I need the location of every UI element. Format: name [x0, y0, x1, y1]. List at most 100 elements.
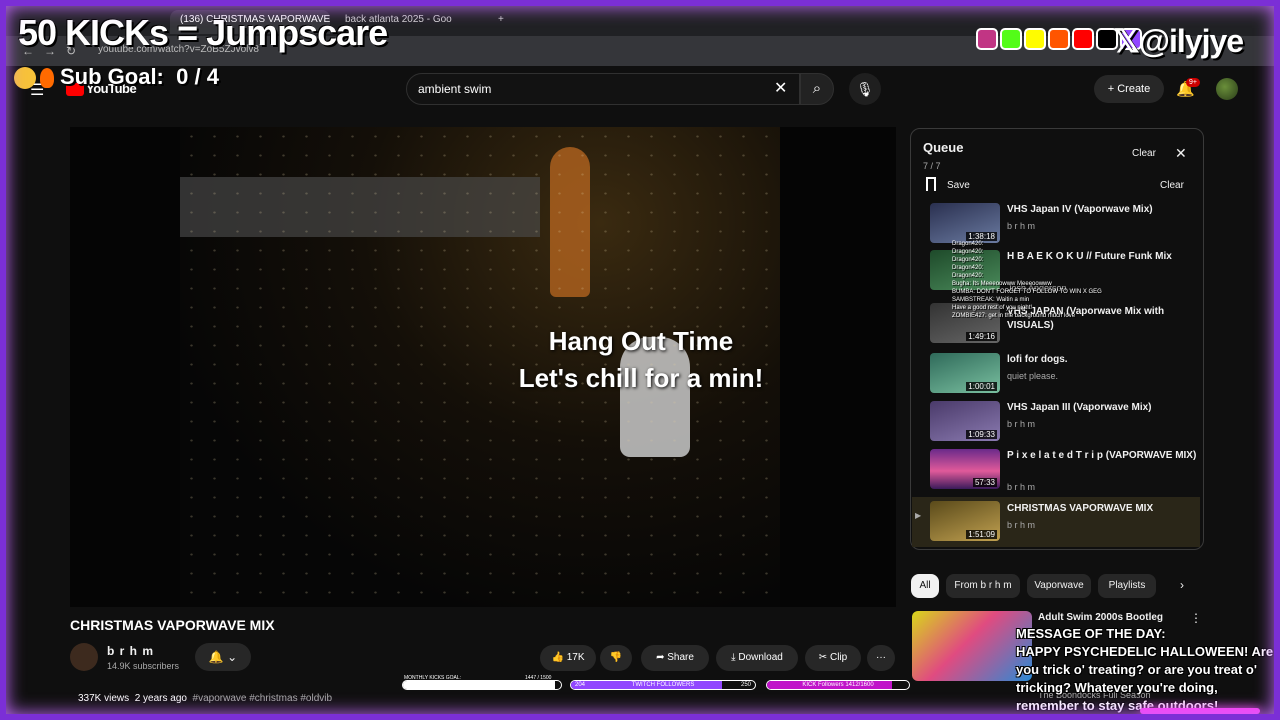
queue-item-title: CHRISTMAS VAPORWAVE MIX: [1007, 503, 1154, 514]
video-title: CHRISTMAS VAPORWAVE MIX: [70, 617, 275, 633]
channel-subscribers: 14.9K subscribers: [107, 661, 180, 671]
chip-vaporwave[interactable]: Vaporwave: [1027, 574, 1091, 598]
queue-item-channel: b r h m: [1007, 520, 1036, 530]
chat-line: Dragon420:: [952, 249, 984, 255]
message-body: HAPPY PSYCHEDELIC HALLOWEEN! Are you tri…: [1016, 644, 1274, 713]
flame-icon: [40, 68, 54, 89]
sub-goal-label: Sub Goal:: [60, 64, 164, 89]
kick-icon: [1000, 28, 1022, 50]
chat-line: SAMBSTREAK: Waitin a min: [952, 297, 1030, 303]
recommended-title[interactable]: Adult Swim 2000s Bootleg: [1038, 612, 1163, 623]
search-icon: ⌕: [812, 80, 822, 97]
chip-from-channel[interactable]: From b r h m: [946, 574, 1020, 598]
channel-name[interactable]: b r h m: [107, 644, 154, 658]
x-icon: 𝕏: [1114, 23, 1140, 59]
chat-line: BUMBA: DON'T FORGET TO FOLLOW TO WIN X G…: [952, 289, 1102, 295]
sub-goal-value: 0 / 4: [176, 64, 219, 89]
more-actions-button[interactable]: ···: [867, 645, 895, 671]
queue-item-title: lofi for dogs.: [1007, 354, 1068, 365]
clear-search-icon[interactable]: ✕: [774, 78, 787, 98]
overlay-sub-goal: Sub Goal: 0 / 4: [14, 64, 219, 90]
search-button[interactable]: ⌕: [800, 73, 834, 105]
dislike-button[interactable]: 👎: [600, 645, 632, 671]
chat-line: Have a good rest of you night!: [952, 305, 1033, 311]
now-playing-icon: ▶: [915, 511, 922, 520]
chevron-right-icon[interactable]: ›: [1180, 578, 1184, 592]
video-meta[interactable]: 337K views 2 years ago #vaporwave #chris…: [78, 693, 332, 704]
chat-overlay: Dragon420: Dragon420: Dragon420: Dragon4…: [952, 240, 1132, 320]
queue-thumbnail: 1:38:18: [930, 203, 1000, 243]
overlay-hangout-subtitle: Let's chill for a min!: [518, 363, 764, 393]
chip-all[interactable]: All: [911, 574, 939, 598]
twitch-label: TWITCH FOLLOWERS: [631, 682, 695, 688]
overlay-hangout-title: Hang Out Time: [548, 326, 734, 356]
kicks-goal-bar: [402, 680, 562, 690]
more-vert-icon[interactable]: ⋮: [1190, 611, 1202, 625]
queue-item[interactable]: 1:00:01 lofi for dogs. quiet please.: [930, 353, 1200, 399]
queue-thumbnail: 1:51:09: [930, 501, 1000, 541]
snapchat-icon: [1024, 28, 1046, 50]
queue-item-now-playing[interactable]: ▶ 1:51:09 CHRISTMAS VAPORWAVE MIX b r h …: [912, 497, 1200, 547]
create-button[interactable]: + Create: [1094, 75, 1164, 103]
bookmark-icon[interactable]: [926, 177, 936, 191]
video-tags[interactable]: #vaporwave #christmas #oldvib: [193, 693, 333, 704]
queue-item-title: P i x e l a t e d T r i p (VAPORWAVE MIX…: [1007, 450, 1197, 461]
channel-avatar[interactable]: [70, 643, 98, 671]
chat-line: Bugha: Its Meeeoowww Meeeoowww: [952, 281, 1052, 287]
mic-icon: 🎙: [856, 81, 874, 97]
queue-thumbnail: 57:33: [930, 449, 1000, 489]
like-button[interactable]: 👍 17K: [540, 645, 596, 671]
youtube-icon: [1072, 28, 1094, 50]
mic-button[interactable]: 🎙: [849, 73, 881, 105]
notifications-badge: 9+: [1186, 78, 1200, 87]
chat-line: Dragon420:: [952, 265, 984, 271]
queue-duration: 1:51:09: [966, 530, 997, 539]
message-title: MESSAGE OF THE DAY:: [1016, 626, 1166, 641]
video-player[interactable]: [70, 127, 896, 607]
queue-item-channel: b r h m: [1007, 221, 1036, 231]
clip-label: Clip: [829, 652, 848, 663]
scissors-icon: ✂: [818, 652, 828, 663]
queue-clear-top-button[interactable]: Clear: [1132, 148, 1156, 159]
sunglasses-emoji-icon: [14, 67, 36, 90]
queue-item-channel: b r h m: [1007, 482, 1036, 492]
chat-line: ZOMBIE427: get in the background much lo…: [952, 313, 1076, 319]
subscribed-bell-button[interactable]: 🔔 ⌄: [195, 643, 251, 671]
queue-item-title: VHS Japan IV (Vaporwave Mix): [1007, 204, 1153, 215]
queue-clear-button[interactable]: Clear: [1160, 180, 1184, 191]
search-input[interactable]: ambient swim: [418, 82, 491, 96]
account-avatar[interactable]: [1216, 78, 1238, 100]
chip-playlists[interactable]: Playlists: [1098, 574, 1156, 598]
queue-duration: 57:33: [972, 478, 997, 487]
close-icon[interactable]: ✕: [1175, 145, 1187, 162]
bell-icon: 🔔 ⌄: [208, 650, 238, 664]
overlay-kicks-jumpscare: 50 KICKs = Jumpscare: [18, 12, 388, 53]
queue-item-title: VHS Japan III (Vaporwave Mix): [1007, 402, 1152, 413]
view-count: 337K views: [78, 693, 130, 704]
soundcloud-icon: [1048, 28, 1070, 50]
queue-thumbnail: 1:00:01: [930, 353, 1000, 393]
kicks-goal-fill: [403, 681, 555, 689]
chat-line: Dragon420:: [952, 273, 984, 279]
queue-duration: 1:49:16: [966, 332, 997, 341]
queue-title: Queue: [923, 140, 964, 155]
share-button[interactable]: ➦ Share: [641, 645, 709, 671]
download-button[interactable]: ⤓ Download: [716, 645, 798, 671]
share-label: Share: [667, 652, 694, 663]
kick-followers-bar: KICK Followers 1412/1600: [766, 680, 910, 690]
recommended-thumbnail[interactable]: [912, 611, 1032, 681]
queue-item[interactable]: 57:33 P i x e l a t e d T r i p (VAPORWA…: [930, 449, 1200, 495]
queue-thumbnail: 1:09:33: [930, 401, 1000, 441]
thumbs-down-icon: 👎: [609, 652, 623, 663]
create-label: Create: [1117, 83, 1151, 95]
upload-age: 2 years ago: [134, 693, 187, 704]
queue-item[interactable]: 1:09:33 VHS Japan III (Vaporwave Mix) b …: [930, 401, 1200, 447]
clip-button[interactable]: ✂ Clip: [805, 645, 861, 671]
share-icon: ➦: [656, 652, 665, 663]
queue-item-channel: b r h m: [1007, 419, 1036, 429]
new-tab-button[interactable]: +: [488, 10, 508, 34]
queue-duration: 1:09:33: [966, 430, 997, 439]
queue-save-button[interactable]: Save: [947, 180, 970, 191]
queue-count: 7 / 7: [923, 161, 941, 171]
decorative-glow-bar: [1140, 708, 1260, 714]
